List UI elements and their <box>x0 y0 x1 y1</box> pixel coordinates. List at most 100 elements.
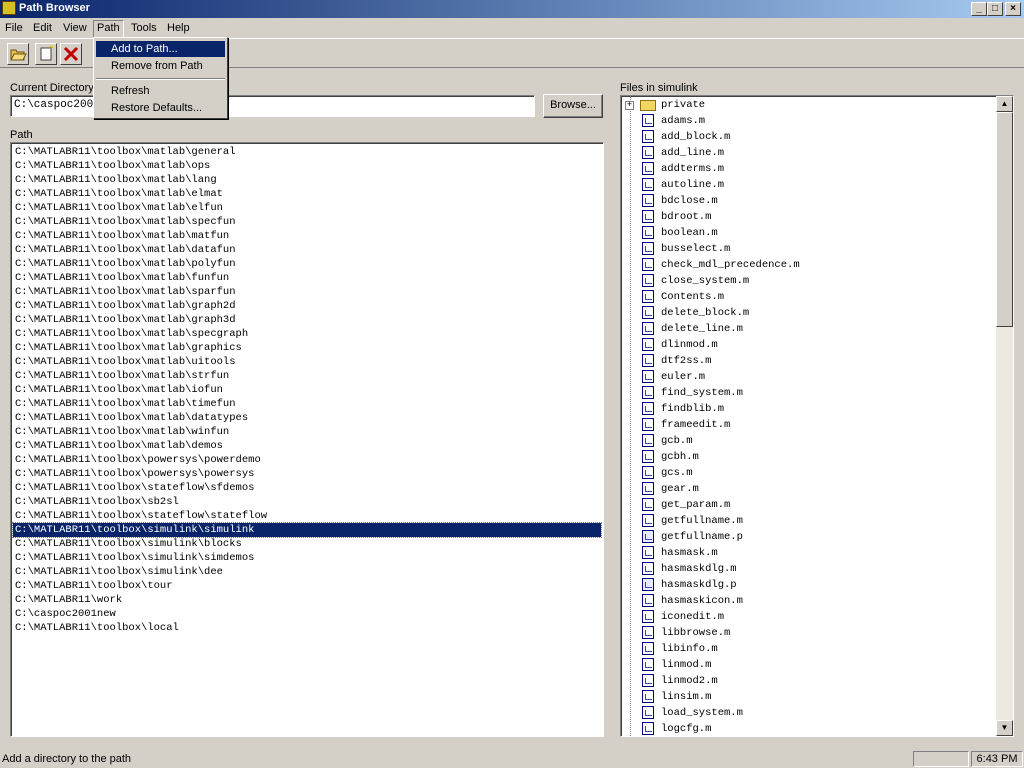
tree-file-item[interactable]: close_system.m <box>621 273 997 289</box>
tree-file-item[interactable]: gcs.m <box>621 465 997 481</box>
tree-file-item[interactable]: hasmaskdlg.m <box>621 561 997 577</box>
tree-file-item[interactable]: euler.m <box>621 369 997 385</box>
path-row[interactable]: C:\MATLABR11\toolbox\matlab\elfun <box>13 201 601 215</box>
tree-file-item[interactable]: addterms.m <box>621 161 997 177</box>
open-folder-button[interactable] <box>7 43 29 65</box>
menu-add-to-path[interactable]: Add to Path... <box>96 41 225 57</box>
tree-folder-item[interactable]: + private <box>621 97 997 113</box>
path-row[interactable]: C:\MATLABR11\toolbox\matlab\lang <box>13 173 601 187</box>
tree-file-item[interactable]: getfullname.p <box>621 529 997 545</box>
path-row[interactable]: C:\MATLABR11\toolbox\matlab\general <box>13 145 601 159</box>
tree-file-item[interactable]: libinfo.m <box>621 641 997 657</box>
tree-file-item[interactable]: linmod2.m <box>621 673 997 689</box>
tree-file-item[interactable]: bdroot.m <box>621 209 997 225</box>
menu-path[interactable]: Path <box>93 20 124 38</box>
path-row[interactable]: C:\MATLABR11\toolbox\matlab\iofun <box>13 383 601 397</box>
path-row[interactable]: C:\MATLABR11\toolbox\matlab\graphics <box>13 341 601 355</box>
tree-file-item[interactable]: dlinmod.m <box>621 337 997 353</box>
path-row[interactable]: C:\MATLABR11\toolbox\sb2sl <box>13 495 601 509</box>
tree-file-item[interactable]: autoline.m <box>621 177 997 193</box>
path-row[interactable]: C:\MATLABR11\toolbox\matlab\demos <box>13 439 601 453</box>
tree-file-item[interactable]: getfullname.m <box>621 513 997 529</box>
tree-file-item[interactable]: find_system.m <box>621 385 997 401</box>
tree-file-item[interactable]: hasmaskicon.m <box>621 593 997 609</box>
menu-file[interactable]: File <box>2 21 26 37</box>
tree-file-item[interactable]: load_system.m <box>621 705 997 721</box>
tree-file-item[interactable]: libbrowse.m <box>621 625 997 641</box>
path-row[interactable]: C:\MATLABR11\toolbox\simulink\dee <box>13 565 601 579</box>
path-row[interactable]: C:\MATLABR11\toolbox\tour <box>13 579 601 593</box>
maximize-button[interactable]: □ <box>987 2 1003 16</box>
tree-file-item[interactable]: gcbh.m <box>621 449 997 465</box>
tree-file-item[interactable]: get_param.m <box>621 497 997 513</box>
tree-file-item[interactable]: delete_block.m <box>621 305 997 321</box>
tree-file-item[interactable]: iconedit.m <box>621 609 997 625</box>
browse-button[interactable]: Browse... <box>543 94 603 118</box>
path-row[interactable]: C:\MATLABR11\work <box>13 593 601 607</box>
path-row[interactable]: C:\MATLABR11\toolbox\matlab\funfun <box>13 271 601 285</box>
path-row[interactable]: C:\MATLABR11\toolbox\matlab\matfun <box>13 229 601 243</box>
path-row[interactable]: C:\MATLABR11\toolbox\matlab\strfun <box>13 369 601 383</box>
path-row[interactable]: C:\MATLABR11\toolbox\stateflow\stateflow <box>13 509 601 523</box>
files-vertical-scrollbar[interactable]: ▲ ▼ <box>996 96 1013 736</box>
tree-file-item[interactable]: gear.m <box>621 481 997 497</box>
path-row[interactable]: C:\MATLABR11\toolbox\matlab\specfun <box>13 215 601 229</box>
scroll-down-button[interactable]: ▼ <box>996 720 1013 736</box>
tree-file-item[interactable]: check_mdl_precedence.m <box>621 257 997 273</box>
menu-tools[interactable]: Tools <box>128 21 160 37</box>
tree-file-item[interactable]: logcfg.m <box>621 721 997 736</box>
tree-file-item[interactable]: add_line.m <box>621 145 997 161</box>
path-row[interactable]: C:\MATLABR11\toolbox\matlab\graph2d <box>13 299 601 313</box>
menu-restore-defaults[interactable]: Restore Defaults... <box>96 100 225 116</box>
minimize-button[interactable]: _ <box>971 2 987 16</box>
tree-file-item[interactable]: hasmaskdlg.p <box>621 577 997 593</box>
path-row[interactable]: C:\MATLABR11\toolbox\matlab\specgraph <box>13 327 601 341</box>
tree-file-item[interactable]: linmod.m <box>621 657 997 673</box>
current-directory-input[interactable]: C:\caspoc2001new <box>10 95 535 117</box>
new-path-button[interactable] <box>35 43 57 65</box>
expand-plus-icon[interactable]: + <box>625 101 634 110</box>
menu-help[interactable]: Help <box>164 21 193 37</box>
scroll-up-button[interactable]: ▲ <box>996 96 1013 112</box>
path-row[interactable]: C:\MATLABR11\toolbox\matlab\datatypes <box>13 411 601 425</box>
tree-file-item[interactable]: boolean.m <box>621 225 997 241</box>
path-row[interactable]: C:\MATLABR11\toolbox\matlab\graph3d <box>13 313 601 327</box>
tree-file-item[interactable]: adams.m <box>621 113 997 129</box>
path-row[interactable]: C:\MATLABR11\toolbox\matlab\polyfun <box>13 257 601 271</box>
files-tree[interactable]: + private adams.m add_block.m add_line.m addt… <box>620 95 1014 737</box>
close-window-button[interactable]: × <box>1005 2 1021 16</box>
tree-file-item[interactable]: frameedit.m <box>621 417 997 433</box>
tree-file-item[interactable]: bdclose.m <box>621 193 997 209</box>
path-listbox[interactable]: C:\MATLABR11\toolbox\matlab\general C:\MA… <box>10 142 604 737</box>
tree-file-item[interactable]: linsim.m <box>621 689 997 705</box>
tree-file-item[interactable]: delete_line.m <box>621 321 997 337</box>
remove-path-button[interactable] <box>60 43 82 65</box>
menu-remove-from-path[interactable]: Remove from Path <box>96 58 225 74</box>
path-row[interactable]: C:\MATLABR11\toolbox\matlab\sparfun <box>13 285 601 299</box>
scroll-thumb[interactable] <box>996 112 1013 327</box>
tree-file-item[interactable]: gcb.m <box>621 433 997 449</box>
tree-file-item[interactable]: findblib.m <box>621 401 997 417</box>
tree-file-item[interactable]: busselect.m <box>621 241 997 257</box>
menu-edit[interactable]: Edit <box>30 21 55 37</box>
path-row[interactable]: C:\MATLABR11\toolbox\matlab\elmat <box>13 187 601 201</box>
path-row-selected[interactable]: C:\MATLABR11\toolbox\simulink\simulink <box>12 522 602 538</box>
path-row[interactable]: C:\MATLABR11\toolbox\matlab\winfun <box>13 425 601 439</box>
menu-view[interactable]: View <box>60 21 90 37</box>
tree-file-item[interactable]: add_block.m <box>621 129 997 145</box>
path-row[interactable]: C:\MATLABR11\toolbox\stateflow\sfdemos <box>13 481 601 495</box>
path-row[interactable]: C:\MATLABR11\toolbox\matlab\datafun <box>13 243 601 257</box>
path-row[interactable]: C:\MATLABR11\toolbox\local <box>13 621 601 635</box>
path-row[interactable]: C:\MATLABR11\toolbox\matlab\ops <box>13 159 601 173</box>
path-row[interactable]: C:\caspoc2001new <box>13 607 601 621</box>
tree-file-item[interactable]: Contents.m <box>621 289 997 305</box>
menu-refresh[interactable]: Refresh <box>96 83 225 99</box>
path-row[interactable]: C:\MATLABR11\toolbox\simulink\blocks <box>13 537 601 551</box>
path-row[interactable]: C:\MATLABR11\toolbox\matlab\timefun <box>13 397 601 411</box>
tree-file-item[interactable]: dtf2ss.m <box>621 353 997 369</box>
tree-file-item[interactable]: hasmask.m <box>621 545 997 561</box>
path-row[interactable]: C:\MATLABR11\toolbox\powersys\powerdemo <box>13 453 601 467</box>
path-row[interactable]: C:\MATLABR11\toolbox\matlab\uitools <box>13 355 601 369</box>
path-row[interactable]: C:\MATLABR11\toolbox\powersys\powersys <box>13 467 601 481</box>
path-row[interactable]: C:\MATLABR11\toolbox\simulink\simdemos <box>13 551 601 565</box>
